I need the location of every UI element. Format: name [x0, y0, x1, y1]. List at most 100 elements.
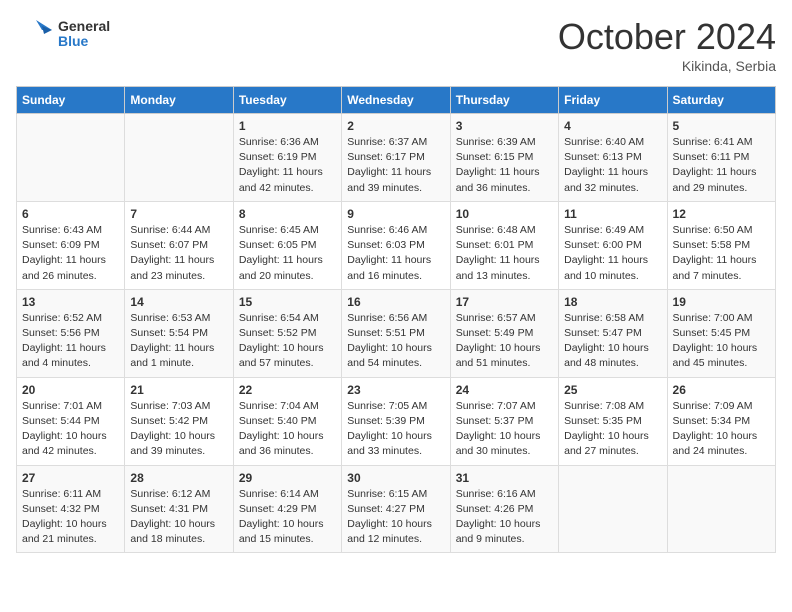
weekday-header-monday: Monday — [125, 87, 233, 114]
day-info: Sunrise: 6:36 AMSunset: 6:19 PMDaylight:… — [239, 136, 323, 194]
day-info: Sunrise: 7:03 AMSunset: 5:42 PMDaylight:… — [130, 400, 215, 458]
day-number: 27 — [22, 471, 119, 485]
calendar-cell: 11 Sunrise: 6:49 AMSunset: 6:00 PMDaylig… — [559, 201, 667, 289]
day-number: 4 — [564, 119, 661, 133]
calendar-cell: 5 Sunrise: 6:41 AMSunset: 6:11 PMDayligh… — [667, 114, 775, 202]
title-block: October 2024 Kikinda, Serbia — [558, 16, 776, 74]
calendar-cell: 20 Sunrise: 7:01 AMSunset: 5:44 PMDaylig… — [17, 377, 125, 465]
day-info: Sunrise: 6:49 AMSunset: 6:00 PMDaylight:… — [564, 224, 648, 282]
day-info: Sunrise: 6:11 AMSunset: 4:32 PMDaylight:… — [22, 488, 107, 546]
day-info: Sunrise: 6:50 AMSunset: 5:58 PMDaylight:… — [673, 224, 757, 282]
day-info: Sunrise: 6:45 AMSunset: 6:05 PMDaylight:… — [239, 224, 323, 282]
week-row-3: 13 Sunrise: 6:52 AMSunset: 5:56 PMDaylig… — [17, 289, 776, 377]
day-number: 17 — [456, 295, 553, 309]
calendar-cell: 18 Sunrise: 6:58 AMSunset: 5:47 PMDaylig… — [559, 289, 667, 377]
calendar-table: SundayMondayTuesdayWednesdayThursdayFrid… — [16, 86, 776, 553]
day-number: 1 — [239, 119, 336, 133]
day-info: Sunrise: 7:04 AMSunset: 5:40 PMDaylight:… — [239, 400, 324, 458]
day-number: 15 — [239, 295, 336, 309]
calendar-cell: 8 Sunrise: 6:45 AMSunset: 6:05 PMDayligh… — [233, 201, 341, 289]
day-number: 30 — [347, 471, 444, 485]
day-info: Sunrise: 6:16 AMSunset: 4:26 PMDaylight:… — [456, 488, 541, 546]
day-number: 21 — [130, 383, 227, 397]
day-info: Sunrise: 6:12 AMSunset: 4:31 PMDaylight:… — [130, 488, 215, 546]
day-number: 7 — [130, 207, 227, 221]
calendar-cell: 10 Sunrise: 6:48 AMSunset: 6:01 PMDaylig… — [450, 201, 558, 289]
day-info: Sunrise: 6:15 AMSunset: 4:27 PMDaylight:… — [347, 488, 432, 546]
day-number: 11 — [564, 207, 661, 221]
calendar-cell: 23 Sunrise: 7:05 AMSunset: 5:39 PMDaylig… — [342, 377, 450, 465]
day-number: 6 — [22, 207, 119, 221]
calendar-cell — [667, 465, 775, 553]
day-info: Sunrise: 6:44 AMSunset: 6:07 PMDaylight:… — [130, 224, 214, 282]
day-number: 24 — [456, 383, 553, 397]
calendar-cell: 28 Sunrise: 6:12 AMSunset: 4:31 PMDaylig… — [125, 465, 233, 553]
day-number: 28 — [130, 471, 227, 485]
calendar-cell: 9 Sunrise: 6:46 AMSunset: 6:03 PMDayligh… — [342, 201, 450, 289]
weekday-header-saturday: Saturday — [667, 87, 775, 114]
week-row-2: 6 Sunrise: 6:43 AMSunset: 6:09 PMDayligh… — [17, 201, 776, 289]
day-info: Sunrise: 6:14 AMSunset: 4:29 PMDaylight:… — [239, 488, 324, 546]
day-info: Sunrise: 6:43 AMSunset: 6:09 PMDaylight:… — [22, 224, 106, 282]
calendar-cell: 14 Sunrise: 6:53 AMSunset: 5:54 PMDaylig… — [125, 289, 233, 377]
weekday-header-friday: Friday — [559, 87, 667, 114]
calendar-cell: 15 Sunrise: 6:54 AMSunset: 5:52 PMDaylig… — [233, 289, 341, 377]
day-number: 31 — [456, 471, 553, 485]
day-info: Sunrise: 6:46 AMSunset: 6:03 PMDaylight:… — [347, 224, 431, 282]
day-info: Sunrise: 6:39 AMSunset: 6:15 PMDaylight:… — [456, 136, 540, 194]
weekday-header-row: SundayMondayTuesdayWednesdayThursdayFrid… — [17, 87, 776, 114]
calendar-cell: 19 Sunrise: 7:00 AMSunset: 5:45 PMDaylig… — [667, 289, 775, 377]
week-row-5: 27 Sunrise: 6:11 AMSunset: 4:32 PMDaylig… — [17, 465, 776, 553]
day-number: 25 — [564, 383, 661, 397]
day-number: 29 — [239, 471, 336, 485]
calendar-cell — [559, 465, 667, 553]
weekday-header-sunday: Sunday — [17, 87, 125, 114]
day-info: Sunrise: 7:01 AMSunset: 5:44 PMDaylight:… — [22, 400, 107, 458]
calendar-cell: 27 Sunrise: 6:11 AMSunset: 4:32 PMDaylig… — [17, 465, 125, 553]
day-info: Sunrise: 6:58 AMSunset: 5:47 PMDaylight:… — [564, 312, 649, 370]
calendar-cell — [17, 114, 125, 202]
calendar-cell: 21 Sunrise: 7:03 AMSunset: 5:42 PMDaylig… — [125, 377, 233, 465]
day-number: 19 — [673, 295, 770, 309]
calendar-cell: 25 Sunrise: 7:08 AMSunset: 5:35 PMDaylig… — [559, 377, 667, 465]
calendar-cell: 2 Sunrise: 6:37 AMSunset: 6:17 PMDayligh… — [342, 114, 450, 202]
calendar-cell: 29 Sunrise: 6:14 AMSunset: 4:29 PMDaylig… — [233, 465, 341, 553]
logo-blue: Blue — [58, 34, 110, 49]
day-number: 26 — [673, 383, 770, 397]
day-number: 5 — [673, 119, 770, 133]
day-info: Sunrise: 7:05 AMSunset: 5:39 PMDaylight:… — [347, 400, 432, 458]
logo: General Blue — [16, 16, 110, 52]
calendar-cell: 31 Sunrise: 6:16 AMSunset: 4:26 PMDaylig… — [450, 465, 558, 553]
logo-general: General — [58, 19, 110, 34]
weekday-header-thursday: Thursday — [450, 87, 558, 114]
day-number: 8 — [239, 207, 336, 221]
weekday-header-tuesday: Tuesday — [233, 87, 341, 114]
day-number: 23 — [347, 383, 444, 397]
calendar-cell: 30 Sunrise: 6:15 AMSunset: 4:27 PMDaylig… — [342, 465, 450, 553]
calendar-cell: 17 Sunrise: 6:57 AMSunset: 5:49 PMDaylig… — [450, 289, 558, 377]
day-info: Sunrise: 6:56 AMSunset: 5:51 PMDaylight:… — [347, 312, 432, 370]
day-number: 22 — [239, 383, 336, 397]
calendar-cell: 6 Sunrise: 6:43 AMSunset: 6:09 PMDayligh… — [17, 201, 125, 289]
calendar-cell: 26 Sunrise: 7:09 AMSunset: 5:34 PMDaylig… — [667, 377, 775, 465]
weekday-header-wednesday: Wednesday — [342, 87, 450, 114]
day-number: 2 — [347, 119, 444, 133]
day-number: 18 — [564, 295, 661, 309]
day-number: 9 — [347, 207, 444, 221]
month-title: October 2024 — [558, 16, 776, 58]
calendar-cell: 3 Sunrise: 6:39 AMSunset: 6:15 PMDayligh… — [450, 114, 558, 202]
day-info: Sunrise: 6:48 AMSunset: 6:01 PMDaylight:… — [456, 224, 540, 282]
day-number: 12 — [673, 207, 770, 221]
day-info: Sunrise: 7:07 AMSunset: 5:37 PMDaylight:… — [456, 400, 541, 458]
calendar-cell: 13 Sunrise: 6:52 AMSunset: 5:56 PMDaylig… — [17, 289, 125, 377]
week-row-4: 20 Sunrise: 7:01 AMSunset: 5:44 PMDaylig… — [17, 377, 776, 465]
day-info: Sunrise: 7:00 AMSunset: 5:45 PMDaylight:… — [673, 312, 758, 370]
week-row-1: 1 Sunrise: 6:36 AMSunset: 6:19 PMDayligh… — [17, 114, 776, 202]
calendar-cell: 24 Sunrise: 7:07 AMSunset: 5:37 PMDaylig… — [450, 377, 558, 465]
calendar-cell: 4 Sunrise: 6:40 AMSunset: 6:13 PMDayligh… — [559, 114, 667, 202]
day-info: Sunrise: 7:08 AMSunset: 5:35 PMDaylight:… — [564, 400, 649, 458]
page-header: General Blue October 2024 Kikinda, Serbi… — [16, 16, 776, 74]
day-info: Sunrise: 6:57 AMSunset: 5:49 PMDaylight:… — [456, 312, 541, 370]
day-info: Sunrise: 6:41 AMSunset: 6:11 PMDaylight:… — [673, 136, 757, 194]
day-info: Sunrise: 6:40 AMSunset: 6:13 PMDaylight:… — [564, 136, 648, 194]
